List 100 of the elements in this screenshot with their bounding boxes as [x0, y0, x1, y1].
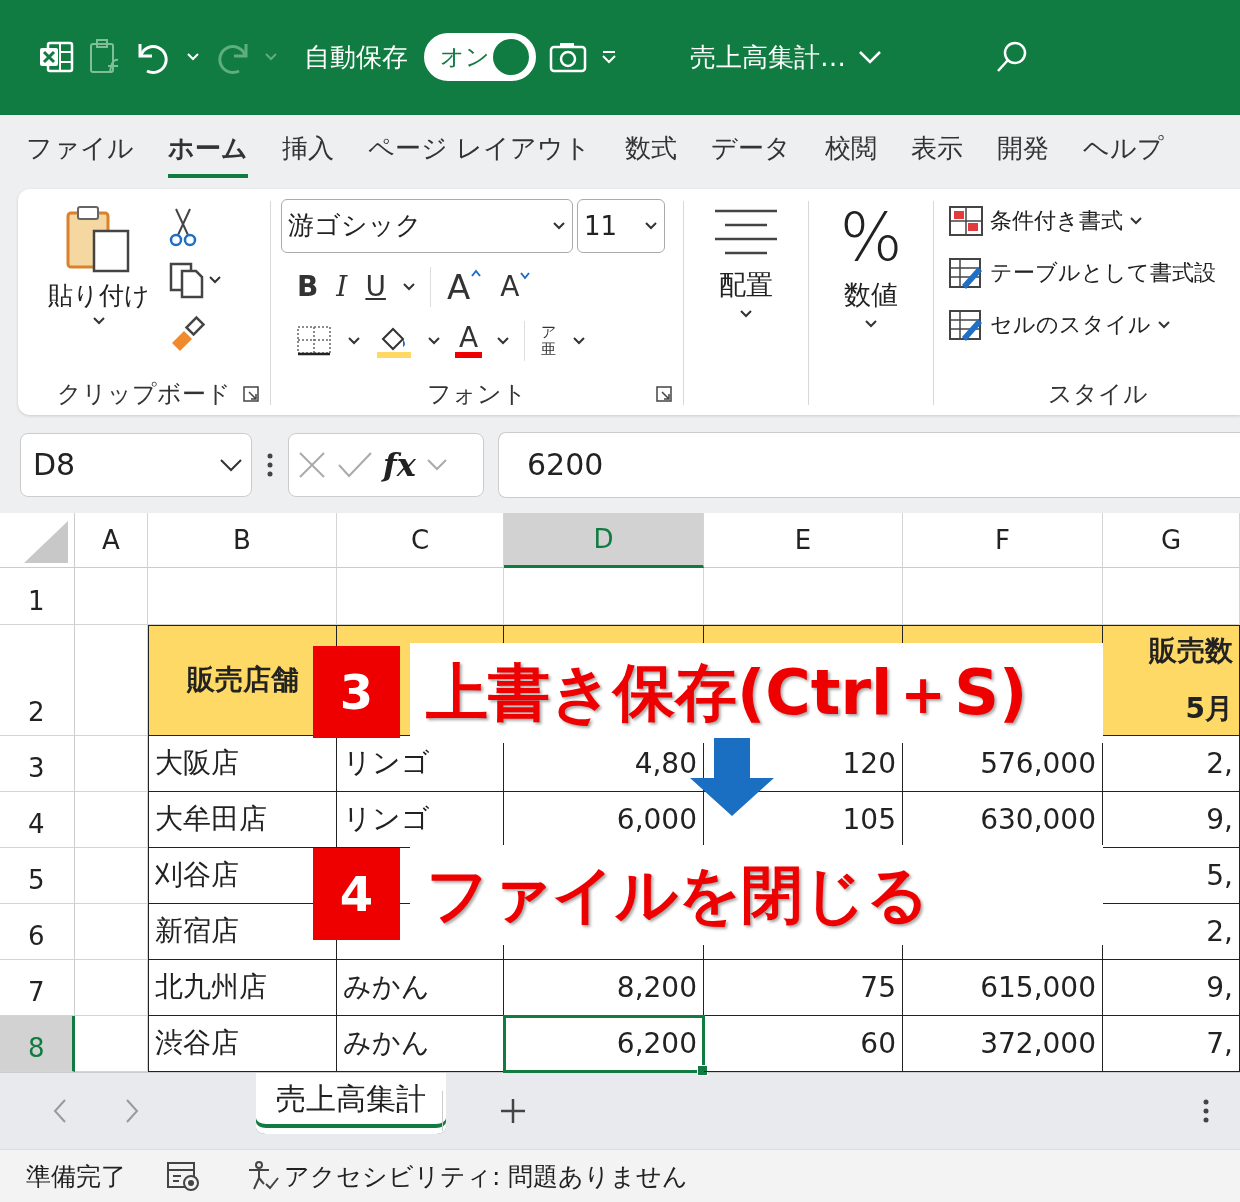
caret-icon	[864, 318, 878, 329]
style-menu-button[interactable]: 条件付き書式	[948, 204, 1143, 237]
table-cell: 6,200	[504, 1015, 704, 1072]
autosave-toggle[interactable]: オン	[424, 33, 536, 82]
alignment-button[interactable]: 配置	[684, 188, 808, 415]
italic-button[interactable]: I	[334, 270, 350, 304]
more-options-icon[interactable]	[266, 451, 274, 478]
borders-icon[interactable]	[295, 323, 333, 358]
customize-icon[interactable]	[600, 49, 618, 66]
scissors-icon[interactable]	[168, 206, 198, 247]
accessibility-button[interactable]: アクセシビリティ: 問題ありません	[246, 1159, 689, 1193]
table-cell: みかん	[337, 1015, 504, 1072]
header-cell-text: 5月	[1185, 691, 1233, 728]
font-color-button[interactable]: A	[455, 323, 483, 358]
chevron-down-icon	[219, 457, 243, 472]
ribbon-tab[interactable]: 表示	[911, 123, 964, 179]
grow-font-button[interactable]: A	[444, 266, 485, 307]
caret-icon	[92, 315, 106, 326]
row-header[interactable]: 1	[0, 567, 75, 625]
caret-icon	[1129, 215, 1143, 226]
paste-button[interactable]: 貼り付け	[28, 202, 150, 373]
column-header[interactable]: A	[75, 512, 148, 568]
corner-triangle-icon	[24, 520, 68, 563]
caret-icon[interactable]	[496, 335, 511, 346]
table-cell: 75	[704, 959, 903, 1016]
row-header[interactable]: 2	[0, 624, 75, 736]
font-size-dropdown[interactable]: 11	[577, 198, 665, 253]
callout-text: 上書き保存(Ctrl＋S)	[410, 642, 1103, 743]
caret-icon[interactable]	[572, 335, 587, 346]
table-cell: 2,	[1103, 735, 1240, 792]
more-options-icon[interactable]	[1202, 1098, 1210, 1125]
caret-icon	[552, 220, 566, 231]
column-header[interactable]: F	[903, 512, 1103, 568]
caret-icon	[739, 308, 753, 319]
table-cell: 7,	[1103, 1015, 1240, 1072]
document-title[interactable]: 売上高集計…	[690, 39, 846, 75]
row-header[interactable]: 3	[0, 735, 75, 792]
caret-icon[interactable]	[208, 274, 222, 285]
underline-button[interactable]: U	[363, 270, 388, 304]
column-header[interactable]: G	[1103, 512, 1240, 568]
table-cell: 北九州店	[148, 959, 337, 1016]
caret-icon[interactable]	[401, 281, 416, 292]
table-brush-icon	[948, 308, 984, 341]
callout-text: ファイルを閉じる	[410, 844, 1103, 945]
step-badge: 4	[313, 847, 400, 940]
table-cell: 渋谷店	[148, 1015, 337, 1072]
group-label: フォント	[427, 378, 527, 410]
accessibility-icon	[246, 1160, 280, 1192]
ribbon-tab[interactable]: ページ レイアウト	[368, 123, 592, 179]
column-header[interactable]: B	[148, 512, 337, 568]
row-header[interactable]: 5	[0, 847, 75, 904]
table-cell: 372,000	[903, 1015, 1103, 1072]
camera-icon[interactable]	[548, 40, 588, 75]
font-name-dropdown[interactable]: 游ゴシック	[281, 198, 573, 253]
group-label: スタイル	[1048, 378, 1148, 410]
dialog-launcher-icon[interactable]	[655, 384, 673, 403]
caret-icon[interactable]	[427, 335, 441, 346]
group-label: クリップボード	[57, 378, 231, 410]
style-menu-button[interactable]: テーブルとして書式設	[948, 256, 1216, 289]
caret-down-icon	[519, 272, 532, 281]
phonetic-button[interactable]: ア 亜	[539, 324, 559, 358]
shrink-font-button[interactable]: A	[498, 270, 534, 304]
bold-button[interactable]: B	[295, 270, 321, 304]
macro-record-icon[interactable]	[166, 1161, 200, 1191]
style-menu-button[interactable]: セルのスタイル	[948, 308, 1171, 341]
caret-icon[interactable]	[347, 335, 361, 346]
table-cell: 大牟田店	[148, 791, 337, 848]
status-text: 準備完了	[26, 1160, 126, 1193]
step-badge: 3	[313, 645, 400, 738]
add-sheet-icon[interactable]	[499, 1097, 527, 1126]
autosave-label: 自動保存	[304, 40, 408, 74]
ribbon-tab[interactable]: ファイル	[26, 123, 134, 179]
ribbon-tab[interactable]: ホーム	[168, 123, 248, 179]
table-cell: 9,	[1103, 959, 1240, 1016]
paste-label: 貼り付け	[48, 279, 150, 312]
column-header[interactable]: E	[704, 512, 903, 568]
dialog-launcher-icon[interactable]	[242, 384, 260, 403]
table-cell: 615,000	[903, 959, 1103, 1016]
ribbon-tab[interactable]: 挿入	[282, 123, 334, 179]
row-header[interactable]: 4	[0, 791, 75, 848]
table-cell: 8,200	[504, 959, 704, 1016]
row-header[interactable]: 7	[0, 959, 75, 1016]
ribbon-tab[interactable]: データ	[711, 123, 792, 179]
table-brush-icon	[948, 256, 984, 289]
ribbon-tab[interactable]: 校閲	[825, 123, 878, 179]
number-format-button[interactable]: % 数値	[809, 188, 933, 415]
table-cell: 9,	[1103, 791, 1240, 848]
formula-input[interactable]: 6200	[498, 431, 1240, 498]
fill-handle[interactable]	[697, 1064, 708, 1076]
conditional-format-icon	[948, 204, 984, 237]
ribbon-tab[interactable]: 開発	[997, 123, 1050, 179]
row-header[interactable]: 6	[0, 903, 75, 960]
insert-function-button[interactable]: fx	[383, 445, 416, 484]
header-cell-text: 販売数	[1149, 633, 1233, 670]
caret-icon	[644, 220, 658, 231]
table-cell: 60	[704, 1015, 903, 1072]
caret-icon	[1157, 319, 1171, 330]
name-box[interactable]: D8	[20, 432, 252, 497]
ribbon-tab[interactable]: ヘルプ	[1083, 123, 1165, 179]
ribbon-tab[interactable]: 数式	[625, 123, 678, 179]
